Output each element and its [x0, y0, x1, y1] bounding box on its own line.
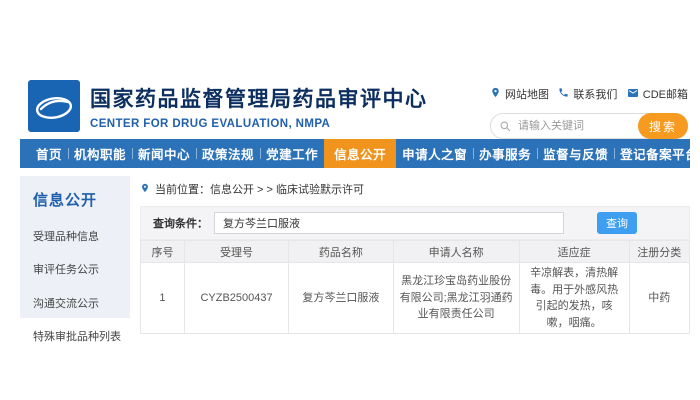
query-input[interactable] [214, 212, 564, 234]
phone-icon [558, 87, 569, 101]
sidebar: 信息公开 受理品种信息 审评任务公示 沟通交流公示 特殊审批品种列表 [20, 176, 130, 318]
sidebar-item-special-approval-list[interactable]: 特殊审批品种列表 [33, 328, 130, 344]
nav-item-supervision-feedback[interactable]: 监督与反馈 [537, 139, 614, 168]
quick-link-label: CDE邮箱 [643, 86, 688, 102]
nav-item-home[interactable]: 首页 [30, 139, 68, 168]
site-subtitle: CENTER FOR DRUG EVALUATION, NMPA [90, 118, 428, 130]
search-icon [499, 120, 512, 138]
nav-item-party-building[interactable]: 党建工作 [260, 139, 324, 168]
quick-link-contact[interactable]: 联系我们 [558, 86, 617, 102]
cell-seq: 1 [141, 263, 185, 334]
sidebar-item-communication[interactable]: 沟通交流公示 [33, 295, 130, 311]
quick-link-sitemap[interactable]: 网站地图 [490, 86, 549, 102]
column-header-seq: 序号 [141, 241, 185, 263]
envelope-icon [627, 87, 639, 102]
column-header-acceptance-no: 受理号 [184, 241, 288, 263]
site-search-button[interactable]: 搜索 [638, 113, 688, 139]
nav-item-registration-platform[interactable]: 登记备案平台 [614, 139, 700, 168]
nav-item-services[interactable]: 办事服务 [473, 139, 537, 168]
nav-item-applicant-window[interactable]: 申请人之窗 [396, 139, 473, 168]
cell-drug-name: 复方芩兰口服液 [289, 263, 393, 334]
main-nav: 首页 机构职能 新闻中心 政策法规 党建工作 信息公开 申请人之窗 办事服务 监… [20, 139, 690, 168]
column-header-drug-name: 药品名称 [289, 241, 393, 263]
nav-item-policies[interactable]: 政策法规 [196, 139, 260, 168]
sidebar-item-review-tasks[interactable]: 审评任务公示 [33, 261, 130, 277]
cde-logo-icon[interactable] [28, 80, 80, 132]
query-button[interactable]: 查询 [597, 212, 637, 234]
table-header-row: 序号 受理号 药品名称 申请人名称 适应症 注册分类 [141, 241, 690, 263]
location-pin-icon [140, 182, 150, 197]
column-header-category: 注册分类 [629, 241, 689, 263]
quick-link-label: 网站地图 [505, 86, 549, 102]
cell-category: 中药 [629, 263, 689, 334]
table-row: 1 CYZB2500437 复方芩兰口服液 黑龙江珍宝岛药业股份有限公司;黑龙江… [141, 263, 690, 334]
cell-indication: 辛凉解表，清热解毒。用于外感风热引起的发热，咳嗽，咽痛。 [519, 263, 629, 334]
breadcrumb: 当前位置：信息公开 > > 临床试验默示许可 [140, 182, 690, 196]
header-utilities: 网站地图 联系我们 CDE邮箱 [490, 86, 688, 139]
query-condition-label: 查询条件： [153, 215, 208, 231]
quick-links: 网站地图 联系我们 CDE邮箱 [490, 86, 688, 102]
sidebar-item-accepted-varieties[interactable]: 受理品种信息 [33, 228, 130, 244]
brand: 国家药品监督管理局药品审评中心 CENTER FOR DRUG EVALUATI… [28, 80, 428, 132]
column-header-applicant: 申请人名称 [393, 241, 519, 263]
map-pin-icon [490, 87, 501, 101]
content: 当前位置：信息公开 > > 临床试验默示许可 查询条件： 查询 序号 受理号 药… [140, 182, 690, 334]
nav-item-info-disclosure[interactable]: 信息公开 [324, 139, 396, 168]
quick-link-label: 联系我们 [573, 86, 617, 102]
query-bar: 查询条件： 查询 [140, 206, 690, 240]
nav-item-news[interactable]: 新闻中心 [132, 139, 196, 168]
breadcrumb-text: 当前位置：信息公开 > > 临床试验默示许可 [155, 181, 364, 197]
site-title: 国家药品监督管理局药品审评中心 [90, 83, 428, 113]
column-header-indication: 适应症 [519, 241, 629, 263]
sidebar-title: 信息公开 [33, 189, 130, 210]
brand-text: 国家药品监督管理局药品审评中心 CENTER FOR DRUG EVALUATI… [90, 80, 428, 130]
results-table: 序号 受理号 药品名称 申请人名称 适应症 注册分类 1 CYZB2500437… [140, 240, 690, 334]
nav-item-functions[interactable]: 机构职能 [68, 139, 132, 168]
page: 国家药品监督管理局药品审评中心 CENTER FOR DRUG EVALUATI… [0, 0, 700, 400]
site-header: 国家药品监督管理局药品审评中心 CENTER FOR DRUG EVALUATI… [20, 76, 690, 138]
cell-applicant: 黑龙江珍宝岛药业股份有限公司;黑龙江羽通药业有限责任公司 [393, 263, 519, 334]
cell-acceptance-no: CYZB2500437 [184, 263, 288, 334]
site-search: 搜索 [490, 113, 688, 139]
quick-link-mailbox[interactable]: CDE邮箱 [627, 86, 688, 102]
